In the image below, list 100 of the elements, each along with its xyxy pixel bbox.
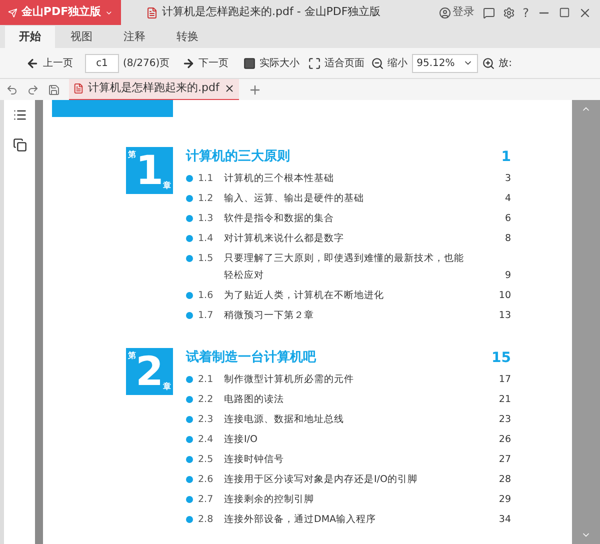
- section-page: 10: [498, 289, 511, 303]
- bullet-icon: [186, 312, 193, 319]
- section-number: 1.7: [198, 309, 214, 323]
- chapter-suffix: 章: [163, 180, 171, 192]
- section-page: 29: [498, 493, 511, 507]
- section-page: 28: [498, 473, 511, 487]
- zoom-in-icon: [482, 56, 495, 70]
- new-tab-icon[interactable]: [248, 82, 262, 96]
- bullet-icon: [186, 396, 193, 403]
- section-number: 2.7: [198, 493, 214, 507]
- user-icon: [438, 6, 451, 18]
- section-number: 2.5: [198, 453, 214, 467]
- section-page: 27: [498, 453, 511, 467]
- undo-icon[interactable]: [6, 84, 18, 96]
- fit-page-icon: [308, 56, 321, 70]
- bullet-icon: [186, 292, 193, 299]
- login-button[interactable]: 登录: [438, 4, 475, 21]
- maximize-icon[interactable]: [559, 7, 570, 18]
- chapter-suffix: 章: [163, 381, 171, 393]
- ribbon-tab[interactable]: 注释: [108, 26, 161, 48]
- section-page: 34: [498, 513, 511, 527]
- section-number: 1.3: [198, 212, 214, 226]
- bullet-icon: [186, 376, 193, 383]
- chapter-title: 试着制造一台计算机吧: [186, 348, 316, 368]
- chapter-page: 15: [492, 348, 511, 368]
- chapter-number: 1: [136, 150, 164, 190]
- section-title: 制作微型计算机所必需的元件: [224, 373, 355, 387]
- section-page: 6: [504, 212, 511, 226]
- close-icon[interactable]: [224, 83, 235, 94]
- message-icon[interactable]: [482, 6, 495, 18]
- bullet-icon: [186, 416, 193, 423]
- ribbon-tab[interactable]: 视图: [55, 26, 108, 48]
- section-title: 轻松应对: [224, 269, 265, 283]
- section-title: 连接时钟信号: [224, 453, 285, 467]
- previous-page-button[interactable]: 上一页: [26, 56, 73, 70]
- help-button[interactable]: ?: [522, 4, 529, 22]
- bullet-icon: [186, 496, 193, 503]
- pdf-file-icon: [146, 6, 158, 18]
- save-icon[interactable]: [48, 84, 60, 96]
- outline-icon[interactable]: [12, 108, 26, 122]
- page-number-field[interactable]: c1: [85, 54, 119, 72]
- left-arrow-icon: [26, 56, 39, 70]
- chapter-prefix: 第: [128, 350, 136, 362]
- actual-size-icon: [242, 56, 256, 70]
- section-number: 2.4: [198, 433, 214, 447]
- section-title: 对计算机来说什么都是数字: [224, 232, 345, 246]
- section-page: 23: [498, 413, 511, 427]
- section-page: 26: [498, 433, 511, 447]
- section-title: 连接外部设备，通过DMA输入程序: [224, 513, 378, 527]
- section-title: 连接剩余的控制引脚: [224, 493, 315, 507]
- logo-icon: [8, 6, 18, 18]
- section-title: 连接I/O: [224, 433, 258, 447]
- redo-icon[interactable]: [27, 84, 39, 96]
- section-page: 17: [498, 373, 511, 387]
- chapter-number: 2: [136, 352, 164, 392]
- zoom-select[interactable]: 95.12%: [412, 54, 478, 72]
- page-count: (8/276)页: [123, 56, 170, 70]
- section-number: 2.8: [198, 513, 214, 527]
- section-page: 9: [504, 269, 511, 283]
- bullet-icon: [186, 476, 193, 483]
- section-number: 1.5: [198, 252, 214, 266]
- ribbon-tab[interactable]: 开始: [5, 26, 55, 48]
- section-page: 8: [504, 232, 511, 246]
- document-tab[interactable]: 计算机是怎样跑起来的.pdf: [69, 78, 239, 100]
- zoom-in-button[interactable]: 放:: [482, 56, 512, 70]
- zoom-out-icon: [370, 56, 384, 70]
- bullet-icon: [186, 456, 193, 463]
- chapter-prefix: 第: [128, 149, 136, 161]
- section-number: 2.1: [198, 373, 214, 387]
- bullet-icon: [186, 215, 193, 222]
- bullet-icon: [186, 516, 193, 523]
- section-page: 21: [498, 393, 511, 407]
- next-page-button[interactable]: 下一页: [182, 56, 229, 70]
- section-page: 13: [498, 309, 511, 323]
- chapter-page: 1: [501, 148, 511, 166]
- actual-size-button[interactable]: 实际大小: [242, 56, 300, 70]
- zoom-out-button[interactable]: 缩小: [370, 56, 408, 70]
- fit-page-button[interactable]: 适合页面: [308, 56, 365, 70]
- bullet-icon: [186, 195, 193, 202]
- bullet-icon: [186, 235, 193, 242]
- section-number: 1.1: [198, 172, 214, 186]
- app-menu-button[interactable]: 金山PDF独立版: [0, 0, 121, 25]
- section-number: 2.6: [198, 473, 214, 487]
- section-number: 1.6: [198, 289, 214, 303]
- section-number: 1.2: [198, 192, 214, 206]
- section-title: 稍微预习一下第２章: [224, 309, 315, 323]
- right-arrow-icon: [182, 56, 195, 70]
- section-number: 2.2: [198, 393, 214, 407]
- thumbnails-icon[interactable]: [12, 138, 26, 152]
- section-number: 1.4: [198, 232, 214, 246]
- section-title: 电路图的读法: [224, 393, 285, 407]
- section-title: 为了贴近人类，计算机在不断地进化: [224, 289, 385, 303]
- section-title: 连接用于区分读写对象是内存还是I/O的引脚: [224, 473, 418, 487]
- section-number: 2.3: [198, 413, 214, 427]
- scrollbar[interactable]: [572, 100, 600, 544]
- ribbon-tab[interactable]: 转换: [161, 26, 214, 48]
- bullet-icon: [186, 255, 193, 262]
- pdf-file-icon: [73, 83, 84, 94]
- bullet-icon: [186, 175, 193, 182]
- settings-icon[interactable]: [502, 6, 515, 18]
